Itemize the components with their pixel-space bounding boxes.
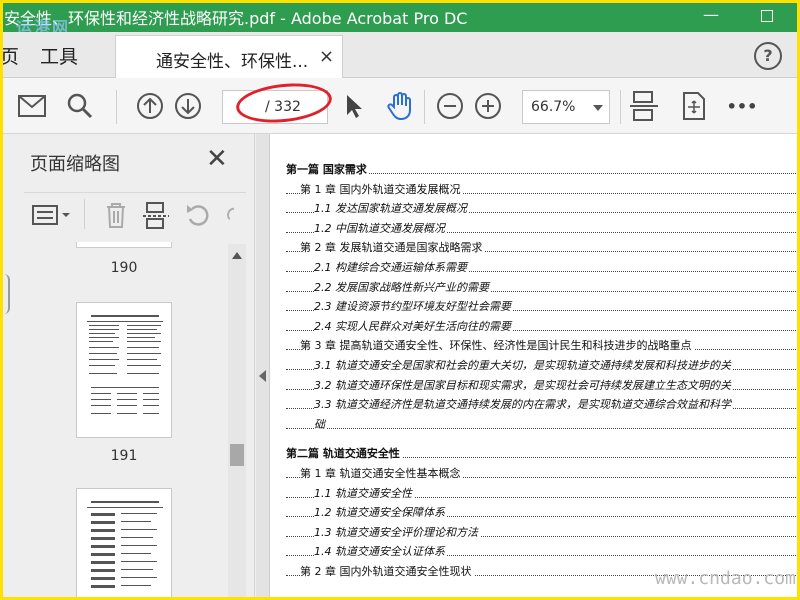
maximize-button[interactable] [752, 4, 782, 28]
toolbar: / 332 66.7% ••• [0, 78, 800, 134]
panel-edge-handle[interactable] [2, 274, 10, 314]
tab-document-label: 通安全性、环保性... [156, 52, 309, 72]
scrollbar-thumb[interactable] [230, 444, 244, 466]
fit-width-icon[interactable] [628, 90, 660, 122]
toc-entry-text: 2.2 发展国家战略性新兴产业的需要 [314, 280, 491, 294]
tab-document[interactable]: 通安全性、环保性... × [115, 35, 343, 79]
thumbnail-page-number: 190 [110, 260, 138, 276]
thumbnail-page-number: 191 [110, 448, 138, 464]
page-thumbnail[interactable] [76, 488, 172, 600]
toc-entry-text: 1.2 轨道交通安全保障体系 [314, 506, 447, 520]
toc-entry[interactable]: 1.2 中国轨道交通发展概况 [286, 219, 796, 239]
toc-spacer [286, 434, 796, 444]
toc-entry[interactable]: 1.1 轨道交通安全性 [286, 484, 796, 504]
toc-entry-text: 第一篇 国家需求 [286, 163, 369, 176]
zoom-value: 66.7% [531, 99, 576, 115]
tab-home[interactable]: 页 [0, 42, 19, 69]
window-title: 安全性、环保性和经济性战略研究.pdf - Adobe Acrobat Pro … [4, 9, 468, 28]
toc-entry[interactable]: 3.1 轨道交通安全是国家和社会的重大关切，是实现轨道交通持续发展和科技进步的关 [286, 356, 796, 376]
rotate-left-icon[interactable] [184, 201, 212, 229]
chevron-down-icon [593, 105, 603, 111]
page-thumbnails-panel: 页面缩略图 ✕ 190 191 [0, 134, 255, 600]
toc-entry-text: 2.4 实现人民群众对美好生活向往的需要 [314, 319, 513, 333]
toc-entry-text: 3.1 轨道交通安全是国家和社会的重大关切，是实现轨道交通持续发展和科技进步的关 [314, 358, 733, 372]
rotate-right-icon[interactable] [224, 201, 244, 229]
thumbnail-scrollbar[interactable] [228, 244, 246, 600]
toolbar-divider [424, 90, 425, 124]
zoom-dropdown[interactable]: 66.7% [522, 90, 610, 124]
previous-page-icon[interactable] [134, 90, 166, 122]
zoom-in-icon[interactable] [472, 90, 504, 122]
chevron-left-icon [259, 370, 266, 382]
minimize-button[interactable]: — [696, 4, 726, 28]
toc-entry[interactable]: 第一篇 国家需求 [286, 160, 796, 180]
toc-entry[interactable]: 第 1 章 国内外轨道交通发展概况 [286, 180, 796, 200]
toc-entry-text: 2.3 建设资源节约型环境友好型社会需要 [314, 300, 513, 314]
tab-tools[interactable]: 工具 [40, 42, 78, 69]
toc-entry-text: 1.2 中国轨道交通发展概况 [314, 221, 447, 235]
close-tab-icon[interactable]: × [319, 46, 334, 67]
scroll-up-icon[interactable] [232, 252, 242, 259]
toc-entry[interactable]: 2.3 建设资源节约型环境友好型社会需要 [286, 297, 796, 317]
next-page-icon[interactable] [172, 90, 204, 122]
toc-entry-text: 1.3 轨道交通安全评价理论和方法 [314, 525, 480, 539]
toc-entry[interactable]: 2.4 实现人民群众对美好生活向往的需要 [286, 317, 796, 337]
tab-bar: 页 工具 通安全性、环保性... × ? [0, 32, 800, 79]
toc-entry[interactable]: 3.3 轨道交通经济性是轨道交通持续发展的内在需求，是实现轨道交通综合效益和科学 [286, 395, 796, 415]
toc-entry[interactable]: 2.1 构建综合交通运输体系需要 [286, 258, 796, 278]
page-thumbnail-edge [76, 242, 172, 248]
toc-entry-text: 1.1 轨道交通安全性 [314, 486, 414, 500]
more-tools-icon[interactable]: ••• [726, 90, 758, 122]
toc-entry[interactable]: 1.3 轨道交通安全评价理论和方法 [286, 523, 796, 543]
maximize-icon [761, 10, 773, 22]
site-watermark: www.cndao.com [655, 568, 796, 589]
table-of-contents: 第一篇 国家需求第 1 章 国内外轨道交通发展概况 1.1 发达国家轨道交通发展概… [286, 160, 796, 581]
toc-entry-text: 第 2 章 国内外轨道交通安全性现状 [300, 564, 474, 578]
toc-entry-text: 2.1 构建综合交通运输体系需要 [314, 260, 469, 274]
hand-tool-icon[interactable] [384, 90, 416, 122]
toc-entry[interactable]: 2.2 发展国家战略性新兴产业的需要 [286, 278, 796, 298]
close-panel-icon[interactable]: ✕ [206, 144, 228, 174]
help-icon[interactable]: ? [754, 42, 782, 70]
select-tool-icon[interactable] [338, 90, 370, 122]
toc-entry[interactable]: 第二篇 轨道交通安全性 [286, 444, 796, 464]
search-icon[interactable] [64, 90, 96, 122]
toc-entry-text: 第 1 章 轨道交通安全性基本概念 [300, 466, 463, 480]
toolbar-divider [84, 199, 85, 229]
page-thumbnail[interactable] [76, 302, 172, 438]
toc-entry[interactable]: 第 1 章 轨道交通安全性基本概念 [286, 464, 796, 484]
toc-entry-text: 3.2 轨道交通环保性是国家目标和现实需求，是实现社会可持续发展建立生态文明的关 [314, 378, 733, 392]
toc-entry-text: 础 [314, 417, 327, 431]
toc-entry-text: 第 1 章 国内外轨道交通发展概况 [300, 182, 463, 196]
email-icon[interactable] [16, 90, 48, 122]
toc-entry-text: 第 2 章 发展轨道交通是国家战略需求 [300, 241, 485, 255]
zoom-out-icon[interactable] [434, 90, 466, 122]
toc-entry[interactable]: 1.1 发达国家轨道交通发展概况 [286, 199, 796, 219]
thumbnail-list: 190 191 [24, 242, 224, 600]
toc-entry[interactable]: 第 2 章 发展轨道交通是国家战略需求 [286, 238, 796, 258]
toc-entry[interactable]: 1.4 轨道交通安全认证体系 [286, 542, 796, 562]
trash-icon[interactable] [102, 201, 130, 229]
panel-title: 页面缩略图 [30, 154, 120, 175]
fit-page-icon[interactable] [678, 90, 710, 122]
toc-entry[interactable]: 础 [286, 415, 796, 435]
toc-entry-text: 1.1 发达国家轨道交通发展概况 [314, 202, 469, 216]
collapse-panel-handle[interactable] [256, 134, 270, 600]
toc-entry-text: 1.4 轨道交通安全认证体系 [314, 545, 447, 559]
toc-entry-text: 第二篇 轨道交通安全性 [286, 447, 402, 461]
toc-entry[interactable]: 3.2 轨道交通环保性是国家目标和现实需求，是实现社会可持续发展建立生态文明的关 [286, 376, 796, 396]
toolbar-divider [620, 90, 621, 124]
extract-pages-icon[interactable] [142, 201, 170, 229]
toc-entry[interactable]: 第 3 章 提高轨道交通安全性、环保性、经济性是国计民生和科技进步的战略重点 [286, 336, 796, 356]
toc-entry-text: 3.3 轨道交通经济性是轨道交通持续发展的内在需求，是实现轨道交通综合效益和科学 [314, 398, 733, 412]
toolbar-divider [116, 90, 117, 124]
toc-entry-text: 第 3 章 提高轨道交通安全性、环保性、经济性是国计民生和科技进步的战略重点 [300, 339, 694, 353]
title-bar: 安全性、环保性和经济性战略研究.pdf - Adobe Acrobat Pro … [0, 0, 800, 37]
document-view[interactable]: 第一篇 国家需求第 1 章 国内外轨道交通发展概况 1.1 发达国家轨道交通发展概… [270, 134, 800, 600]
options-menu-icon[interactable] [32, 201, 72, 229]
toc-entry[interactable]: 1.2 轨道交通安全保障体系 [286, 503, 796, 523]
thumbnail-toolbar [24, 192, 246, 236]
